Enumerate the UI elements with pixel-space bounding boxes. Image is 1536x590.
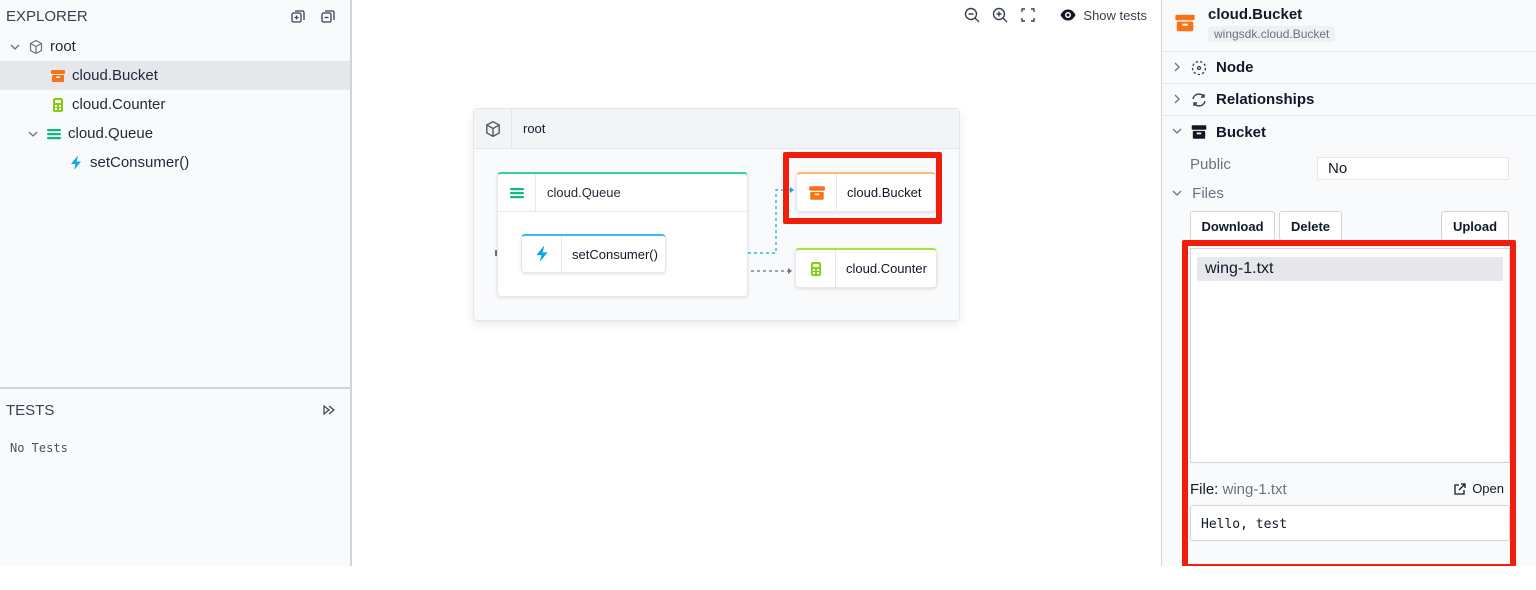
explorer-panel: EXPLORER root cloud.Bucket cloud.Counter… <box>0 0 352 566</box>
highlight-files-area <box>1182 240 1516 570</box>
public-label: Public <box>1190 156 1231 173</box>
bucket-icon <box>50 68 66 84</box>
chevron-down-icon[interactable] <box>8 40 22 54</box>
run-tests-icon[interactable] <box>322 403 336 417</box>
queue-icon <box>498 173 536 212</box>
tree-item-root[interactable]: root <box>0 32 350 61</box>
lightning-icon <box>522 236 562 272</box>
explorer-tree: root cloud.Bucket cloud.Counter cloud.Qu… <box>0 32 350 177</box>
counter-node[interactable]: cloud.Counter <box>795 248 937 288</box>
public-value: No <box>1317 157 1509 180</box>
files-section-header[interactable]: Files <box>1172 185 1224 202</box>
chevron-down-icon[interactable] <box>26 127 40 141</box>
queue-node-header: cloud.Queue <box>498 173 747 212</box>
queue-icon <box>46 126 62 142</box>
tree-item-set-consumer[interactable]: setConsumer() <box>0 148 350 177</box>
expand-all-icon[interactable] <box>290 8 306 24</box>
inspector-title: cloud.Bucket <box>1208 6 1303 23</box>
files-label: Files <box>1192 185 1224 202</box>
node-icon <box>1190 59 1208 77</box>
explorer-title: EXPLORER <box>6 7 88 25</box>
chevron-right-icon <box>1172 93 1186 107</box>
tree-item-label: root <box>50 38 76 55</box>
tree-item-cloud-queue[interactable]: cloud.Queue <box>0 119 350 148</box>
no-tests-message: No Tests <box>10 441 68 455</box>
connection-edges <box>495 187 794 274</box>
inspector-panel: cloud.Bucket wingsdk.cloud.Bucket Node R… <box>1161 0 1536 570</box>
section-bucket[interactable]: Bucket <box>1162 116 1536 148</box>
lightning-icon <box>68 155 84 171</box>
archive-icon <box>1190 123 1208 141</box>
download-button[interactable]: Download <box>1190 211 1275 241</box>
tree-item-label: cloud.Queue <box>68 125 154 142</box>
set-consumer-label: setConsumer() <box>572 246 658 262</box>
chevron-right-icon <box>1172 61 1186 75</box>
cube-icon <box>28 39 44 55</box>
section-bucket-label: Bucket <box>1216 123 1267 141</box>
section-relationships[interactable]: Relationships <box>1162 84 1536 116</box>
chevron-down-icon <box>1172 125 1186 139</box>
tests-title: TESTS <box>6 401 55 419</box>
collapse-all-icon[interactable] <box>320 8 336 24</box>
map-canvas[interactable]: Show tests root cloud.Queue setConsumer(… <box>353 0 1161 566</box>
highlight-bucket-node <box>783 152 942 224</box>
inspector-subtitle: wingsdk.cloud.Bucket <box>1208 26 1336 42</box>
app: EXPLORER root cloud.Bucket cloud.Counter… <box>0 0 1536 570</box>
tree-item-label: cloud.Bucket <box>72 67 158 84</box>
tree-item-cloud-bucket[interactable]: cloud.Bucket <box>0 61 350 90</box>
chevron-down-icon <box>1172 190 1182 196</box>
counter-icon <box>796 250 836 287</box>
tree-item-label: setConsumer() <box>90 154 190 171</box>
set-consumer-node[interactable]: setConsumer() <box>521 234 666 273</box>
bottom-margin <box>0 566 1536 590</box>
tree-item-cloud-counter[interactable]: cloud.Counter <box>0 90 350 119</box>
section-node-label: Node <box>1216 59 1254 76</box>
section-relationships-label: Relationships <box>1216 91 1315 108</box>
counter-node-label: cloud.Counter <box>846 261 927 276</box>
upload-button[interactable]: Upload <box>1441 211 1509 241</box>
tests-header: TESTS <box>0 387 350 431</box>
queue-node-label: cloud.Queue <box>547 185 621 200</box>
counter-icon <box>50 97 66 113</box>
bucket-icon <box>1174 12 1196 34</box>
section-node[interactable]: Node <box>1162 52 1536 84</box>
tree-item-label: cloud.Counter <box>72 96 166 113</box>
refresh-icon <box>1190 91 1208 109</box>
explorer-actions <box>290 8 336 24</box>
delete-button[interactable]: Delete <box>1279 211 1342 241</box>
inspector-header: cloud.Bucket wingsdk.cloud.Bucket <box>1162 0 1536 52</box>
